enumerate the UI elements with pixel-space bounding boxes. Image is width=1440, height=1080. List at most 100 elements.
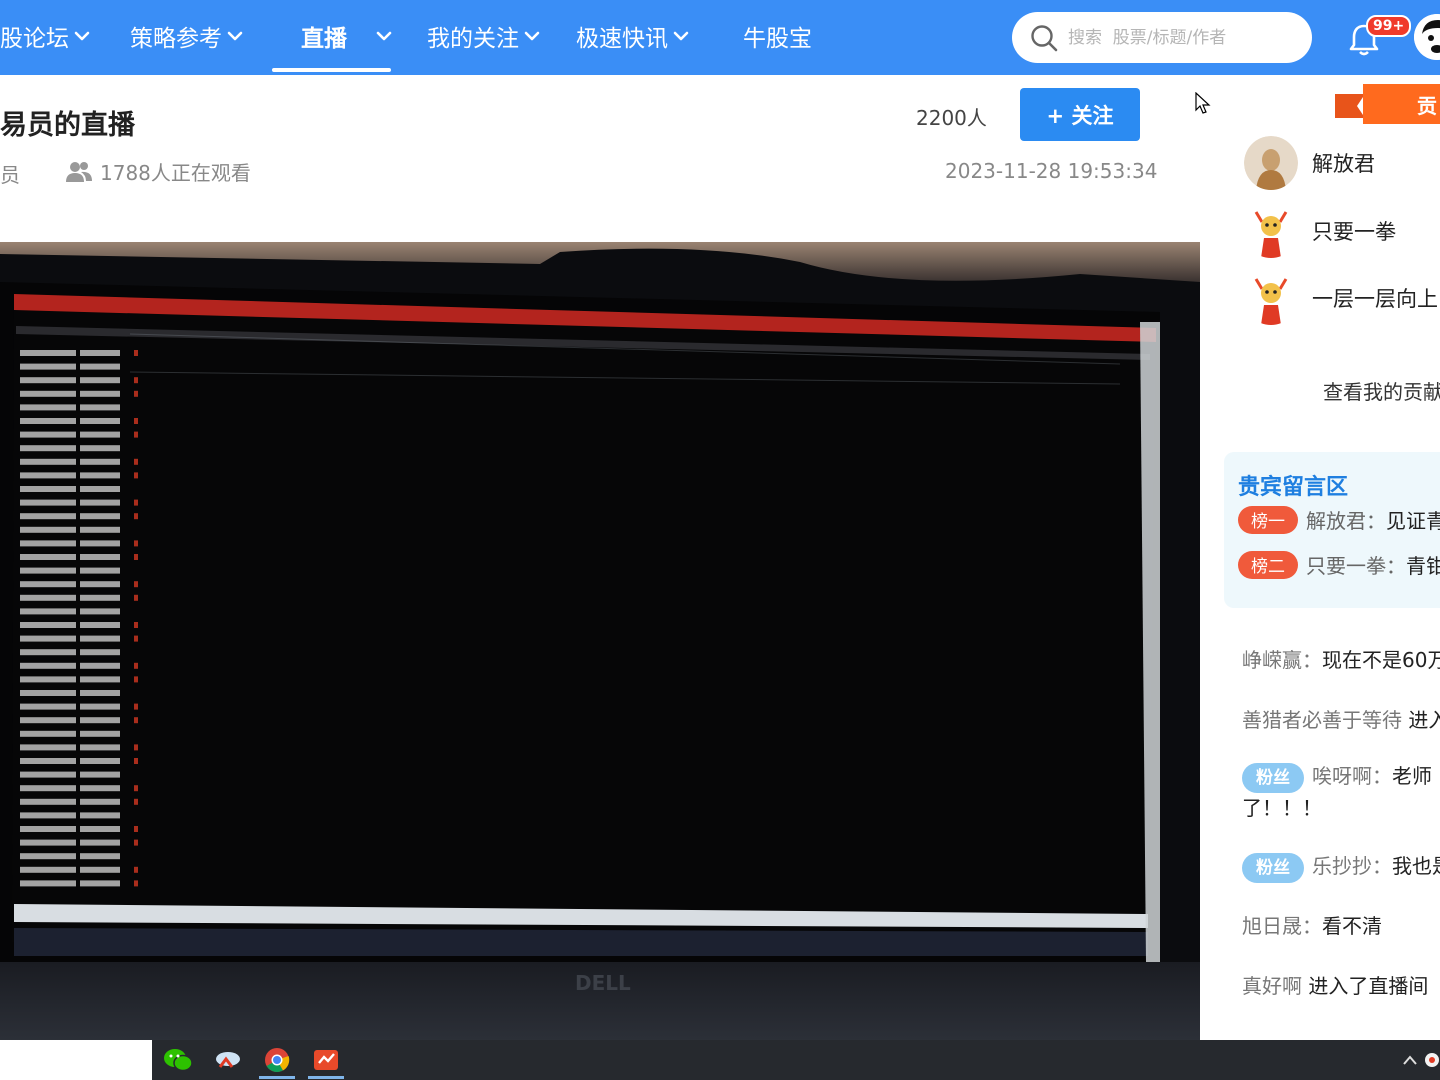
stock-app-icon[interactable] [308, 1045, 344, 1075]
stock-name-mark [80, 798, 120, 805]
nav-item-flash-news[interactable]: 极速快讯 [576, 0, 690, 72]
search-icon [1031, 24, 1058, 51]
host-role: 员 [0, 163, 20, 187]
nav-item-forum[interactable]: 股论坛 [0, 0, 91, 72]
stock-name-mark [80, 853, 120, 860]
nav-item-strategy[interactable]: 策略参考 [130, 0, 244, 72]
vip-message: 见证青 [1386, 509, 1440, 533]
chevron-down-icon [524, 31, 540, 41]
avatar [1244, 204, 1298, 258]
rank-badge: 榜一 [1238, 505, 1298, 534]
nav-item-following[interactable]: 我的关注 [427, 0, 541, 72]
stock-code-mark [20, 866, 76, 873]
chat-message: 真好啊 进入了直播间 [1242, 971, 1428, 1001]
stock-flag-mark [134, 744, 138, 751]
stock-name-mark [80, 526, 120, 533]
stock-name-mark [80, 472, 120, 479]
stock-name-mark [80, 880, 120, 887]
stock-code-mark [20, 513, 76, 520]
nav-item-label: 牛股宝 [743, 26, 812, 52]
stock-name-mark [80, 458, 120, 465]
stock-code-mark [20, 785, 76, 792]
taskbar-search-area[interactable] [0, 1040, 152, 1080]
stock-name-mark [80, 717, 120, 724]
nav-item-live[interactable]: 直播 [301, 0, 393, 72]
stock-flag-mark [134, 540, 138, 547]
stock-code-mark [20, 540, 76, 547]
search-input[interactable] [1068, 27, 1288, 48]
user-avatar[interactable] [1414, 14, 1440, 60]
active-app-indicator [308, 1076, 344, 1079]
stock-code-mark [20, 730, 76, 737]
contributor-name: 一层一层向上 [1312, 287, 1438, 311]
stock-flag-mark [134, 377, 138, 384]
chat-text: 我也是 [1392, 854, 1440, 878]
chat-text: 进入了直播间 [1302, 974, 1429, 998]
view-my-contribution-link[interactable]: 查看我的贡献 [1323, 376, 1440, 405]
search-box[interactable] [1012, 12, 1312, 63]
contributor-name: 只要一拳 [1312, 220, 1396, 244]
nav-active-indicator [272, 68, 391, 72]
stock-code-mark [20, 404, 76, 411]
stock-name-mark [80, 771, 120, 778]
stock-flag-mark [134, 839, 138, 846]
stock-code-mark [20, 798, 76, 805]
stock-code-mark [20, 418, 76, 424]
stock-name-mark [80, 608, 120, 615]
stock-code-mark [20, 703, 76, 710]
chrome-icon[interactable] [259, 1045, 295, 1075]
follow-button[interactable]: + 关注 [1020, 88, 1140, 141]
stock-name-mark [80, 499, 120, 506]
stock-name-mark [80, 730, 120, 737]
stock-flag-mark [134, 635, 138, 642]
stock-flag-mark [134, 513, 138, 520]
tray-app-icon[interactable] [1414, 1045, 1440, 1075]
nav-item-label: 直播 [301, 26, 347, 52]
chat-user[interactable]: 唉呀啊： [1312, 764, 1392, 788]
stock-name-mark [80, 662, 120, 669]
chat-user[interactable]: 乐抄抄： [1312, 854, 1392, 878]
stock-name-mark [80, 744, 120, 751]
chevron-down-icon [673, 31, 689, 41]
stock-name-mark [80, 418, 120, 424]
wechat-icon[interactable] [160, 1045, 196, 1075]
stock-name-mark [80, 676, 120, 683]
stock-name-mark [80, 594, 120, 601]
stock-name-mark [80, 826, 120, 832]
stock-name-mark [80, 758, 120, 764]
chat-message: 善猎者必善于等待 进入 [1242, 705, 1440, 735]
contributor-item[interactable]: 解放君 [1244, 133, 1375, 193]
nav-item-niugubao[interactable]: 牛股宝 [743, 0, 812, 72]
vip-user[interactable]: 解放君： [1306, 505, 1386, 534]
avatar [1244, 271, 1298, 325]
chat-user[interactable]: 峥嵘赢： [1242, 648, 1322, 672]
stock-flag-mark [134, 880, 138, 887]
app-icon[interactable] [210, 1045, 246, 1075]
follower-count: 2200人 [916, 106, 987, 130]
stock-code-mark [20, 486, 76, 492]
stock-code-mark [20, 363, 76, 370]
stock-name-mark [80, 431, 120, 438]
vip-user[interactable]: 只要一拳： [1306, 550, 1406, 579]
vip-message: 青钳 [1406, 554, 1440, 578]
stock-flag-mark [134, 418, 138, 424]
stock-name-mark [80, 839, 120, 846]
stock-code-mark [20, 581, 76, 588]
mouse-cursor-icon [1195, 92, 1211, 114]
vip-area-title: 贵宾留言区 [1238, 475, 1349, 500]
stock-code-mark [20, 377, 76, 384]
chevron-down-icon [74, 31, 90, 41]
stock-code-mark [20, 472, 76, 479]
live-video-player[interactable]: DELL [0, 242, 1200, 1040]
chat-message: 峥嵘赢：现在不是60万 [1242, 645, 1440, 675]
chat-message: 旭日晟：看不清 [1242, 911, 1382, 941]
nav-item-label: 股论坛 [0, 26, 69, 52]
contributor-item[interactable]: 一层一层向上 [1244, 268, 1438, 328]
contributor-item[interactable]: 只要一拳 [1244, 201, 1396, 261]
chat-user[interactable]: 真好啊 [1242, 974, 1302, 998]
stock-code-mark [20, 594, 76, 601]
chat-user[interactable]: 善猎者必善于等待 [1242, 708, 1402, 732]
chat-user[interactable]: 旭日晟： [1242, 914, 1322, 938]
vip-message-row: 榜一 解放君： 见证青 [1238, 505, 1440, 534]
stock-name-mark [80, 649, 120, 656]
